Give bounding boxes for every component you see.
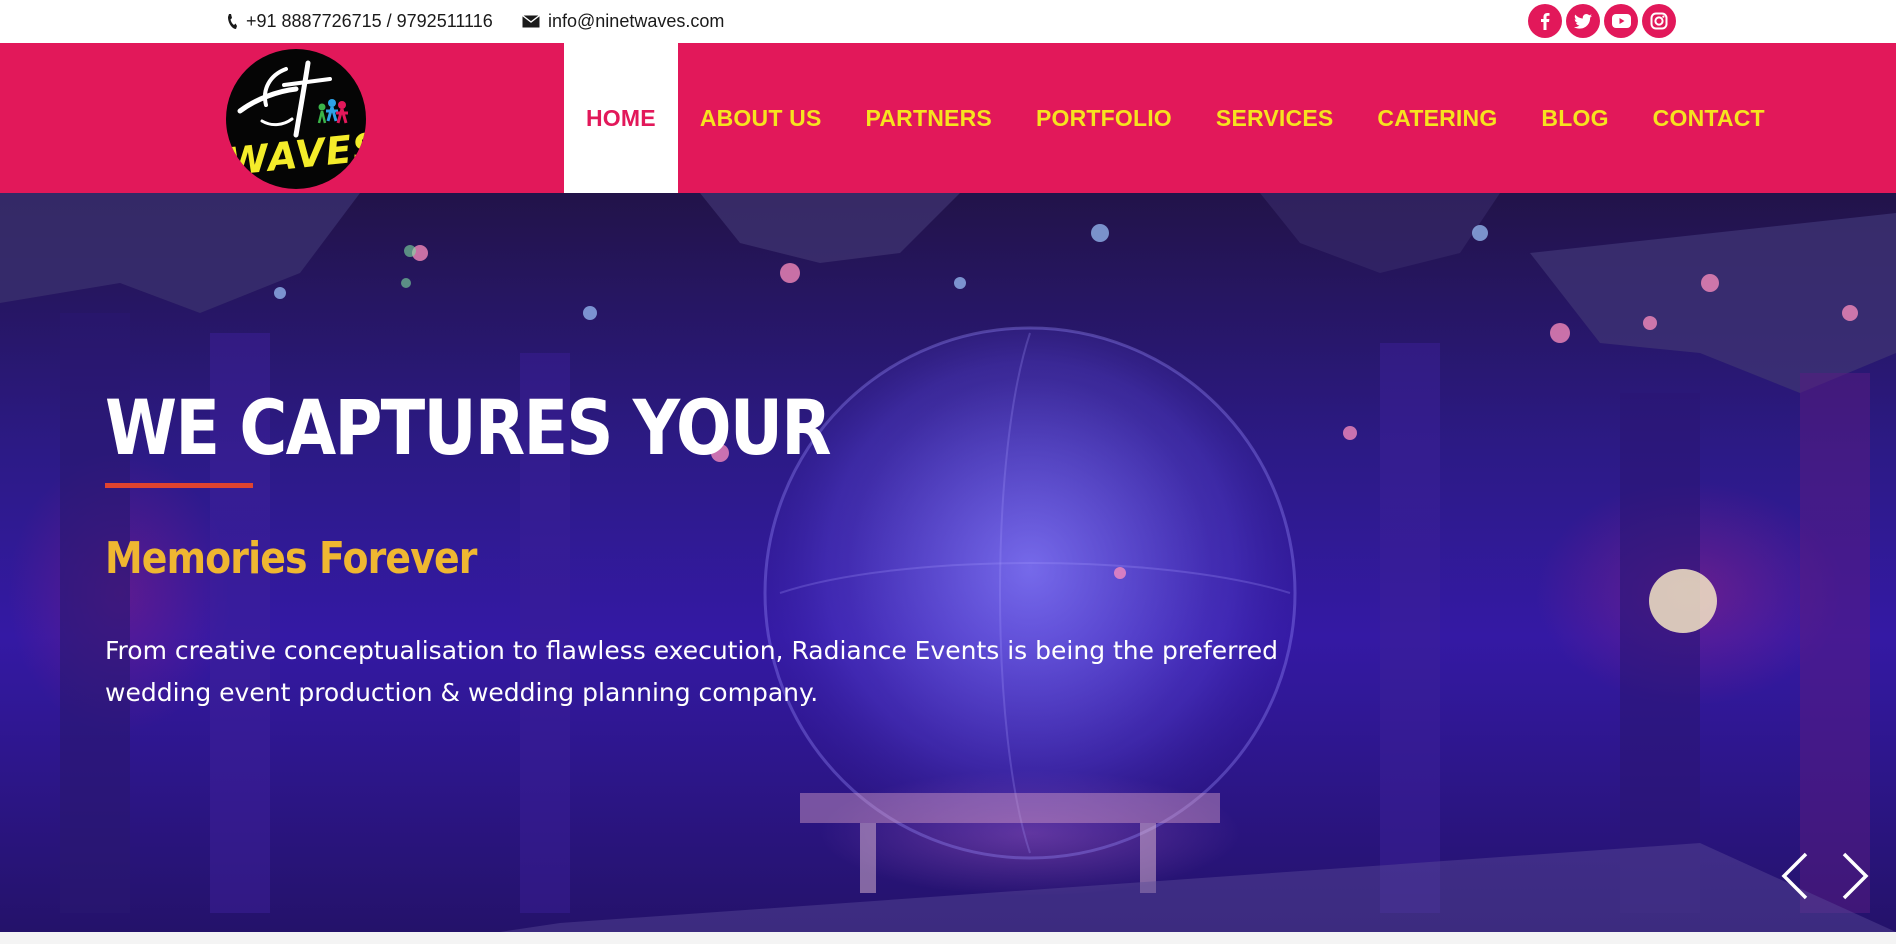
main-navigation: HOME ABOUT US PARTNERS PORTFOLIO SERVICE… (564, 43, 1787, 193)
nav-partners[interactable]: PARTNERS (844, 43, 1014, 193)
phone-icon (228, 13, 237, 29)
nav-home[interactable]: HOME (564, 43, 678, 193)
title-underline (105, 483, 253, 488)
phone-number: +91 8887726715 / 9792511116 (246, 11, 493, 31)
chevron-left-icon (1781, 852, 1808, 900)
top-bar: +91 8887726715 / 9792511116 info@ninetwa… (0, 0, 1896, 43)
email-contact[interactable]: info@ninetwaves.com (522, 0, 724, 43)
instagram-link[interactable] (1642, 4, 1676, 38)
nav-services[interactable]: SERVICES (1194, 43, 1356, 193)
chevron-right-icon (1842, 852, 1869, 900)
nav-blog[interactable]: BLOG (1519, 43, 1630, 193)
instagram-icon (1650, 12, 1668, 30)
facebook-icon (1541, 13, 1550, 30)
nav-catering[interactable]: CATERING (1355, 43, 1519, 193)
social-links (1528, 4, 1676, 38)
main-header: WAVES HOME ABOUT US PARTNERS PORTFOLIO S… (0, 43, 1896, 193)
slider-prev-button[interactable] (1772, 848, 1818, 904)
site-logo[interactable]: WAVES (226, 49, 366, 189)
twitter-link[interactable] (1566, 4, 1600, 38)
slider-next-button[interactable] (1832, 848, 1878, 904)
hero-slider: WE CAPTURES YOUR Memories Forever From c… (0, 193, 1896, 932)
hero-title: WE CAPTURES YOUR (105, 383, 832, 472)
nav-portfolio[interactable]: PORTFOLIO (1014, 43, 1194, 193)
facebook-link[interactable] (1528, 4, 1562, 38)
twitter-icon (1574, 13, 1592, 29)
nav-contact[interactable]: CONTACT (1631, 43, 1787, 193)
phone-contact[interactable]: +91 8887726715 / 9792511116 (226, 0, 493, 43)
envelope-icon (522, 15, 540, 28)
youtube-icon (1611, 14, 1631, 28)
nav-about-us[interactable]: ABOUT US (678, 43, 844, 193)
email-address: info@ninetwaves.com (548, 11, 725, 31)
bottom-strip (0, 932, 1896, 944)
hero-subtitle: Memories Forever (105, 533, 477, 584)
youtube-link[interactable] (1604, 4, 1638, 38)
hero-description: From creative conceptualisation to flawl… (105, 636, 1278, 707)
